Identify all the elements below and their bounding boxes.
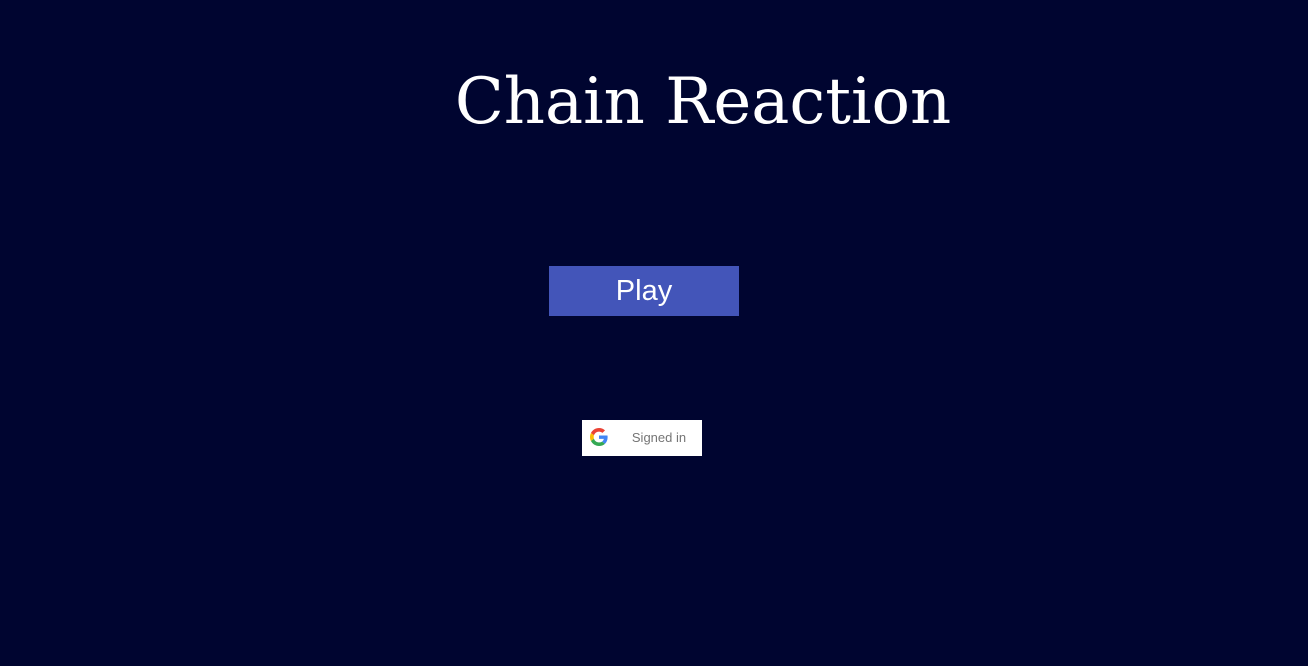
game-title: Chain Reaction	[454, 65, 952, 139]
main-menu-screen: Chain Reaction Play Signed in	[0, 0, 1308, 666]
google-signin-button[interactable]: Signed in	[582, 420, 702, 456]
play-button[interactable]: Play	[549, 266, 739, 316]
google-icon	[590, 428, 608, 446]
signin-status-label: Signed in	[631, 430, 687, 445]
